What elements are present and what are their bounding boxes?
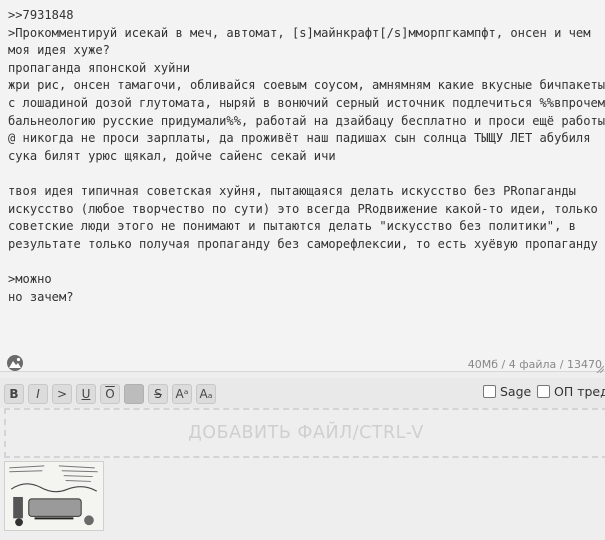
post-textarea[interactable]: >>7931848 >Прокомментируй исекай в меч, …	[0, 0, 605, 373]
italic-button[interactable]: I	[28, 384, 48, 404]
op-checkbox[interactable]: ОП треда	[537, 384, 605, 399]
resize-handle-icon[interactable]	[596, 365, 604, 373]
op-checkbox-box[interactable]	[537, 385, 550, 398]
upload-counters: 40Мб / 4 файла / 13470	[467, 358, 602, 371]
underline-button[interactable]: U	[76, 384, 96, 404]
post-text[interactable]: >>7931848 >Прокомментируй исекай в меч, …	[8, 7, 605, 306]
sage-checkbox[interactable]: Sage	[483, 384, 531, 399]
subscript-button[interactable]: Aₐ	[196, 384, 216, 404]
quote-button[interactable]: >	[52, 384, 72, 404]
strike-button[interactable]: S	[148, 384, 168, 404]
sage-checkbox-box[interactable]	[483, 385, 496, 398]
overline-button[interactable]: O	[100, 384, 120, 404]
superscript-button[interactable]: Aᵃ	[172, 384, 192, 404]
op-label: ОП треда	[554, 384, 605, 399]
spoiler-button[interactable]	[124, 384, 144, 404]
sage-label: Sage	[500, 384, 532, 399]
attachment-thumbnail[interactable]	[4, 461, 104, 531]
bold-button[interactable]: B	[4, 384, 24, 404]
file-dropzone[interactable]: ДОБАВИТЬ ФАЙЛ/CTRL-V	[4, 408, 605, 458]
avatar-icon[interactable]	[6, 354, 24, 372]
